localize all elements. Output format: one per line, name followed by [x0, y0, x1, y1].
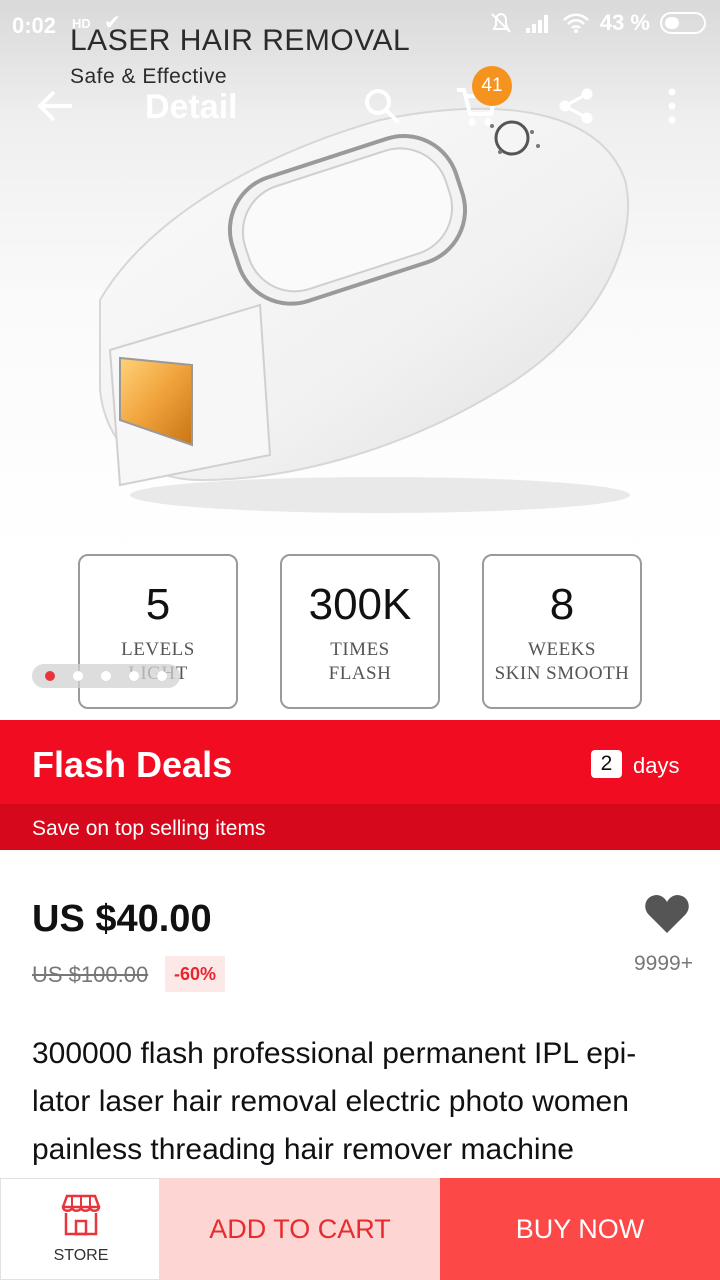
battery-icon — [660, 12, 706, 34]
search-icon[interactable] — [362, 86, 402, 126]
buy-now-button[interactable]: BUY NOW — [440, 1178, 720, 1280]
spec-label: WEEKS — [528, 639, 596, 660]
flash-deals-banner[interactable]: Flash Deals 2 days — [0, 720, 720, 804]
product-title: 300000 flash professional permanent IPL … — [32, 1037, 637, 1166]
spec-card-weeks: 8 WEEKS SKIN SMOOTH — [482, 554, 642, 709]
carousel-dot — [101, 671, 111, 681]
discount-badge: -60% — [165, 956, 225, 992]
wishlist-count: 9999+ — [634, 952, 693, 975]
carousel-indicator — [32, 664, 180, 688]
page-title: Detail — [145, 88, 238, 126]
flash-deals-title: Flash Deals — [32, 744, 233, 785]
store-label: STORE — [53, 1247, 109, 1264]
more-vertical-icon[interactable] — [662, 86, 682, 126]
spec-label: LEVELS — [121, 639, 195, 660]
spec-label: SKIN SMOOTH — [494, 663, 630, 684]
countdown-days: 2 — [591, 750, 622, 778]
add-to-cart-button[interactable]: ADD TO CART — [160, 1178, 440, 1280]
carousel-dot — [73, 671, 83, 681]
battery-percent: 43 % — [599, 10, 650, 35]
bottom-action-bar: STORE ADD TO CART BUY NOW — [0, 1178, 720, 1280]
carousel-dot-active — [45, 671, 55, 681]
spec-number: 8 — [549, 580, 575, 629]
spec-number: 300K — [308, 580, 412, 629]
status-time: 0:02 — [12, 13, 57, 38]
countdown-days-label: days — [633, 753, 680, 778]
hd-indicator: HD — [72, 16, 91, 31]
status-bar: 0:02 HD ✔ 43 % — [0, 0, 720, 50]
carousel-dot — [129, 671, 139, 681]
mute-bell-icon — [491, 12, 511, 33]
store-button[interactable]: STORE — [0, 1178, 160, 1280]
heart-icon[interactable] — [644, 893, 690, 935]
product-device-image — [99, 107, 630, 513]
original-price: US $100.00 — [32, 962, 149, 987]
store-icon — [61, 1194, 101, 1236]
flash-deals-subtitle: Save on top selling items — [32, 817, 266, 840]
notification-check-icon: ✔ — [104, 12, 121, 34]
spec-number: 5 — [145, 580, 171, 629]
carousel-dot — [157, 671, 167, 681]
spec-card-flash: 300K TIMES FLASH — [280, 554, 440, 709]
spec-label: FLASH — [328, 663, 392, 684]
current-price: US $40.00 — [32, 898, 212, 940]
signal-icon — [525, 15, 548, 33]
top-navigation: Detail — [0, 70, 720, 142]
wifi-icon — [562, 13, 589, 33]
back-arrow-icon[interactable] — [36, 86, 76, 126]
share-icon[interactable] — [556, 86, 596, 126]
status-right-group: 43 % — [488, 10, 706, 36]
spec-label: TIMES — [330, 639, 390, 660]
flash-deals-subtitle-bar: Save on top selling items — [0, 804, 720, 850]
cart-count-badge: 41 — [472, 66, 512, 106]
